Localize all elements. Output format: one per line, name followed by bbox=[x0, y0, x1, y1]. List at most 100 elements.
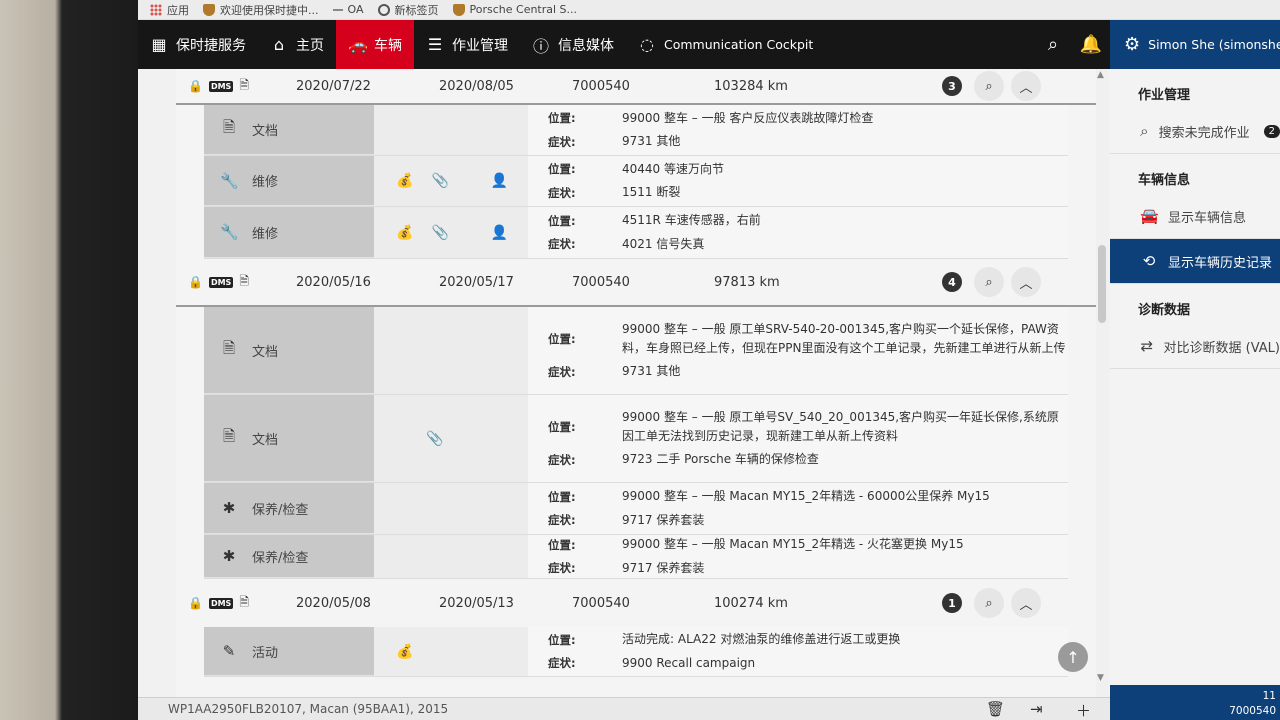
sidebar-item-show-vehicle[interactable]: 🚘 显示车辆信息 bbox=[1110, 194, 1280, 239]
dms-icon: DMS bbox=[208, 80, 234, 92]
search-doc-icon: ⌕ bbox=[985, 78, 993, 94]
home-icon: ⌂ bbox=[273, 35, 285, 54]
monitor-bezel bbox=[0, 0, 138, 720]
export-button[interactable]: ⇥ bbox=[1030, 700, 1043, 718]
item-count-badge: 3 bbox=[942, 76, 962, 96]
bookmark-oa[interactable]: OA bbox=[332, 3, 364, 16]
order-start-date: 2020/05/08 bbox=[296, 595, 371, 611]
campaign-icon: ✎ bbox=[222, 642, 236, 660]
paperclip-icon[interactable]: 📎 bbox=[431, 225, 448, 241]
sidebar-item-show-history[interactable]: ⟲ 显示车辆历史记录 bbox=[1110, 239, 1280, 284]
right-sidebar: 作业管理 ⌕ 搜索未完成作业 2 车辆信息 🚘 显示车辆信息 ⟲ 显示车辆历史记录 诊断… bbox=[1110, 69, 1280, 685]
search-icon: ⌕ bbox=[1047, 34, 1059, 55]
lock-icon: 🔒 bbox=[188, 275, 203, 289]
delete-button[interactable]: 🗑 bbox=[986, 700, 1005, 718]
bookmarks-bar: 应用 欢迎使用保时捷中... OA 新标签页 Porsche Central S… bbox=[138, 0, 1280, 20]
order-block: 🔒 DMS 🗎 2020/05/16 2020/05/17 7000540 9781… bbox=[176, 259, 1096, 579]
gear-icon: ✱ bbox=[222, 547, 236, 565]
collapse-button[interactable]: ︿ bbox=[1011, 588, 1041, 618]
mileage: 100274 km bbox=[714, 595, 788, 611]
nav-vehicle[interactable]: 🚗 车辆 bbox=[336, 20, 414, 76]
sidebar-section-vehicle: 车辆信息 bbox=[1138, 173, 1191, 188]
job-count-badge: 2 bbox=[1263, 124, 1280, 138]
nav-communication-cockpit[interactable]: ◌ Communication Cockpit bbox=[626, 20, 825, 69]
scrollbar-track[interactable] bbox=[1096, 69, 1108, 697]
technician-icon: 👤 bbox=[490, 173, 509, 189]
nav-job-management[interactable]: ☰ 作业管理 bbox=[414, 20, 520, 69]
arrow-up-icon: ↑ bbox=[1066, 647, 1080, 667]
table-row[interactable]: ✱ 保养/检查 位置: 99000 整车 – 一般 Macan MY15_2年精选 … bbox=[204, 483, 1068, 535]
order-end-date: 2020/05/17 bbox=[439, 274, 514, 290]
money-bag-icon: 💰 bbox=[396, 643, 414, 660]
chevron-up-icon: ︿ bbox=[1019, 80, 1033, 96]
info-icon: ⓘ bbox=[532, 36, 549, 56]
bookmark-new-tab[interactable]: 新标签页 bbox=[377, 2, 439, 18]
table-row[interactable]: 🗎 文档 位置: 99000 整车 – 一般 客户反应仪表跳故障灯检查 症状: 973… bbox=[204, 105, 1068, 156]
sidebar-footer: 11 7000540 bbox=[1110, 685, 1280, 720]
chat-icon: ◌ bbox=[640, 35, 654, 54]
chevron-up-icon: ︿ bbox=[1019, 276, 1033, 292]
bookmark-porsche-welcome[interactable]: 欢迎使用保时捷中... bbox=[203, 2, 319, 18]
notifications-button[interactable]: 🔔 bbox=[1072, 20, 1110, 69]
add-button[interactable]: ＋ bbox=[1076, 700, 1091, 720]
document-icon: 🗎 bbox=[222, 426, 236, 445]
nav-porsche-service[interactable]: ▦ 保时捷服务 bbox=[138, 20, 258, 69]
order-detail-button[interactable]: ⌕ bbox=[974, 267, 1004, 297]
bookmark-porsche-central[interactable]: Porsche Central S... bbox=[452, 3, 577, 16]
document-icon: 🗎 bbox=[239, 77, 249, 92]
porsche-crest-icon bbox=[203, 3, 215, 16]
document-icon: 🗎 bbox=[222, 118, 236, 136]
collapse-button[interactable]: ︿ bbox=[1011, 71, 1041, 101]
table-row[interactable]: 🗎 文档 📎 位置: 99000 整车 – 一般 原工单号SV_540_20_001… bbox=[204, 395, 1068, 483]
order-header: 🔒 DMS 🗎 2020/05/08 2020/05/13 7000540 1002… bbox=[176, 579, 1096, 627]
chevron-up-icon: ︿ bbox=[1019, 597, 1033, 613]
globe-icon bbox=[377, 3, 390, 16]
search-button[interactable]: ⌕ bbox=[1034, 20, 1072, 69]
wrench-icon: 🔧 bbox=[220, 171, 239, 190]
car-history-icon: ⟲ bbox=[1142, 252, 1156, 270]
mileage: 97813 km bbox=[714, 274, 780, 290]
search-icon: ⌕ bbox=[1140, 122, 1149, 140]
apps-grid-icon bbox=[150, 3, 162, 16]
order-start-date: 2020/07/22 bbox=[296, 78, 371, 94]
order-block: 🔒 DMS 🗎 2020/07/22 2020/08/05 7000540 1032… bbox=[176, 69, 1096, 259]
order-end-date: 2020/08/05 bbox=[439, 78, 514, 94]
compare-arrows-icon: ⇄ bbox=[1140, 337, 1154, 355]
table-row[interactable]: 🔧 维修 💰 📎 👤 位置: 40440 等速万向节 症状: 1511 断裂 bbox=[204, 156, 1068, 207]
order-start-date: 2020/05/16 bbox=[296, 274, 371, 290]
order-header: 🔒 DMS 🗎 2020/07/22 2020/08/05 7000540 1032… bbox=[176, 69, 1096, 105]
paperclip-icon[interactable]: 📎 bbox=[426, 431, 443, 447]
table-row[interactable]: ✎ 活动 💰 位置: 活动完成: ALA22 对燃油泵的维修盖进行返工或更换 症状:… bbox=[204, 627, 1068, 677]
table-row[interactable]: ✱ 保养/检查 位置: 99000 整车 – 一般 Macan MY15_2年精选 … bbox=[204, 535, 1068, 579]
order-number: 7000540 bbox=[572, 274, 630, 290]
dms-icon: DMS bbox=[208, 276, 234, 288]
scroll-down-arrow[interactable]: ▼ bbox=[1097, 673, 1104, 683]
nav-info-media[interactable]: ⓘ 信息媒体 bbox=[520, 20, 626, 69]
wrench-icon: 🔧 bbox=[220, 223, 239, 241]
vehicle-history-list: 🔒 DMS 🗎 2020/07/22 2020/08/05 7000540 1032… bbox=[176, 69, 1096, 697]
technician-icon: 👤 bbox=[490, 224, 509, 241]
sidebar-item-compare-diagnostics[interactable]: ⇄ 对比诊断数据 (VAL) bbox=[1110, 324, 1280, 369]
scroll-to-top-button[interactable]: ↑ bbox=[1058, 642, 1088, 672]
scroll-up-arrow[interactable]: ▲ bbox=[1097, 70, 1104, 80]
bookmark-apps[interactable]: 应用 bbox=[150, 2, 189, 18]
order-detail-button[interactable]: ⌕ bbox=[974, 71, 1004, 101]
sidebar-item-search-jobs[interactable]: ⌕ 搜索未完成作业 2 bbox=[1110, 109, 1280, 154]
table-row[interactable]: 🔧 维修 💰 📎 👤 位置: 4511R 车速传感器，右前 症状: 4021 信号失真 bbox=[204, 207, 1068, 259]
table-row[interactable]: 🗎 文档 位置: 99000 整车 – 一般 原工单SRV-540-20-00134… bbox=[204, 307, 1068, 395]
browser-screen: 应用 欢迎使用保时捷中... OA 新标签页 Porsche Central S… bbox=[138, 0, 1280, 720]
nav-home[interactable]: ⌂ 主页 bbox=[258, 20, 336, 69]
order-detail-button[interactable]: ⌕ bbox=[974, 588, 1004, 618]
user-menu[interactable]: ⚙ Simon She (simonshe) bbox=[1110, 20, 1280, 69]
top-navigation: ▦ 保时捷服务 ⌂ 主页 🚗 车辆 ☰ 作业管理 ⓘ 信息媒体 ◌ Communicatio… bbox=[138, 20, 1110, 76]
scrollbar-thumb[interactable] bbox=[1098, 245, 1106, 323]
item-count-badge: 4 bbox=[942, 272, 962, 292]
trash-icon: 🗑 bbox=[986, 700, 1006, 718]
lock-icon: 🔒 bbox=[188, 79, 203, 93]
paperclip-icon[interactable]: 📎 bbox=[431, 173, 448, 189]
list-icon: ☰ bbox=[427, 35, 443, 54]
collapse-button[interactable]: ︿ bbox=[1011, 267, 1041, 297]
arrow-right-bar-icon: ⇥ bbox=[1030, 700, 1043, 718]
order-number: 7000540 bbox=[572, 595, 630, 611]
order-number: 7000540 bbox=[572, 78, 630, 94]
